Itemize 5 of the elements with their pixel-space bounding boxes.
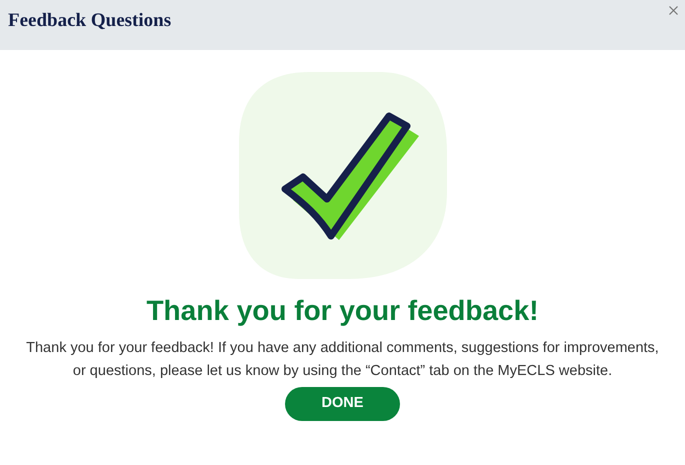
message: Thank you for your feedback! If you have any additional comments, suggestions for improvements, or questions, please let us know by using the “Contact” tab on the MyECLS website. [25, 339, 660, 381]
dialog-title: Feedback Questions [8, 8, 172, 33]
heading: Thank you for your feedback! [146, 294, 539, 328]
close-icon[interactable] [669, 6, 678, 15]
done-button[interactable]: DONE [285, 387, 400, 421]
